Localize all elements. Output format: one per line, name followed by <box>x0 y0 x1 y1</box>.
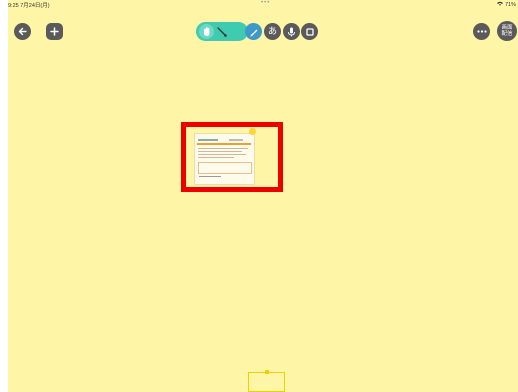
plus-icon <box>50 27 59 36</box>
lasso-icon <box>217 27 227 37</box>
microphone-button[interactable] <box>283 23 300 40</box>
back-arrow-icon <box>18 27 27 36</box>
hand-icon <box>199 24 214 39</box>
wifi-icon <box>497 1 505 8</box>
microphone-icon <box>288 27 295 36</box>
status-date: 7月24日(月) <box>20 3 50 9</box>
highlight-frame <box>181 122 283 192</box>
canvas[interactable]: 9:25 7月24日(月) ••• 71% あ 画面 配信 <box>8 0 518 392</box>
screen-share-button[interactable]: 画面 配信 <box>497 21 517 41</box>
square-icon <box>305 27 314 36</box>
screen-share-label-2: 配信 <box>501 31 513 37</box>
more-button[interactable] <box>473 23 490 40</box>
battery-percent: 71% <box>504 2 516 8</box>
page-thumbnail[interactable] <box>248 370 285 392</box>
pen-icon <box>250 29 257 36</box>
page-tab-marker <box>265 370 269 374</box>
back-button[interactable] <box>14 23 31 40</box>
more-icon <box>476 30 487 33</box>
hand-tool-button[interactable] <box>196 22 248 41</box>
status-time-value: 9:25 <box>8 3 19 9</box>
text-tool-button[interactable]: あ <box>264 23 281 40</box>
kana-icon: あ <box>267 26 277 36</box>
status-time: 9:25 7月24日(月) <box>8 1 50 9</box>
add-button[interactable] <box>46 23 63 40</box>
pen-button[interactable] <box>245 23 262 40</box>
multitask-dots-icon[interactable]: ••• <box>261 0 270 6</box>
status-right: 71% <box>497 1 516 8</box>
shape-button[interactable] <box>301 23 318 40</box>
